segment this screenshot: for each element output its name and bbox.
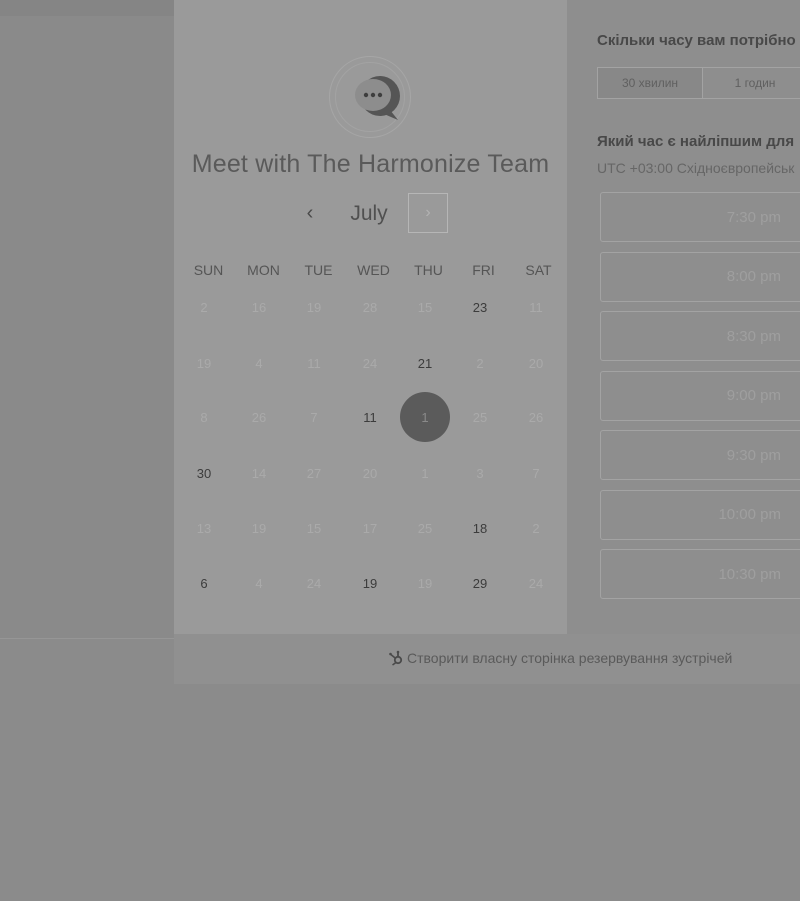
duration-option-30[interactable]: 30 хвилин [598,68,703,98]
calendar-day[interactable]: 30 [179,448,229,498]
calendar-day: 25 [472,409,488,425]
weekday-label-mon: MON [247,262,280,278]
calendar-day: 11 [307,355,321,371]
time-heading: Який час є найліпшим для [597,133,795,150]
calendar-day: 24 [528,575,544,591]
calendar-day: 25 [417,520,433,536]
calendar-day: 28 [362,299,378,315]
calendar-day: 19 [251,520,267,536]
calendar-day: 20 [362,465,378,481]
calendar-day: 8 [200,409,208,425]
timezone-label[interactable]: UTC +03:00 Східноєвропейськ [597,160,794,176]
calendar-day: 17 [362,520,378,536]
chevron-right-icon: › [425,204,431,221]
time-slot-button[interactable]: 10:00 pm [600,489,800,540]
calendar-day: 16 [251,299,267,315]
calendar-day[interactable]: 21 [400,338,450,388]
create-booking-page-label: Створити власну сторінка резервування зу… [407,650,733,666]
weekday-label-tue: TUE [304,262,333,278]
calendar-day: 2 [532,520,540,536]
chat-bubble-icon [355,76,400,120]
calendar-day: 19 [306,299,322,315]
calendar-day: 14 [251,465,267,481]
duration-heading: Скільки часу вам потрібно [597,32,796,49]
calendar-day[interactable]: 11 [345,392,395,442]
prev-month-button[interactable]: ‹ [298,198,322,228]
calendar-day: 24 [306,575,322,591]
calendar-day: 15 [306,520,322,536]
month-label: July [350,202,388,225]
meeting-title: Meet with The Harmonize Team [191,150,550,178]
calendar-day: 1 [421,465,429,481]
hubspot-sprocket-icon [389,650,403,666]
calendar-day[interactable]: 23 [455,282,505,332]
calendar-day: 4 [255,355,263,371]
calendar-day: 11 [529,299,543,315]
calendar-day: 2 [476,355,484,371]
weekday-label-wed: WED [357,262,390,278]
calendar-day-selected[interactable]: 1 [400,392,450,442]
calendar-day: 19 [417,575,433,591]
calendar-day: 7 [310,409,318,425]
calendar-day: 7 [532,465,540,481]
calendar-day: 27 [306,465,322,481]
calendar-day: 15 [417,299,433,315]
weekday-header: SUN MON TUE WED THU FRI SAT [181,262,566,280]
weekday-label-fri: FRI [472,262,495,278]
calendar-day[interactable]: 18 [455,503,505,553]
footer-bar: Створити власну сторінка резервування зу… [174,634,800,684]
calendar-panel: Meet with The Harmonize Team ‹ July › SU… [174,0,567,634]
weekday-label-thu: THU [414,262,443,278]
calendar-day: 26 [528,409,544,425]
calendar-day: 19 [196,355,212,371]
create-booking-page-link[interactable]: Створити власну сторінка резервування зу… [388,650,732,666]
time-slot-button[interactable]: 9:30 pm [600,430,800,480]
time-slot-button[interactable]: 10:30 pm [600,549,800,599]
calendar-day: 24 [362,355,378,371]
calendar-day: 26 [251,409,267,425]
time-slot-button[interactable]: 9:00 pm [600,370,800,421]
next-month-button[interactable]: › [408,193,448,233]
calendar-day: 3 [476,465,484,481]
duration-option-60[interactable]: 1 годин [703,68,800,98]
calendar-day[interactable]: 29 [455,558,505,608]
weekday-label-sun: SUN [193,262,224,278]
calendar-day: 13 [196,520,212,536]
chevron-left-icon: ‹ [306,201,314,224]
calendar-day[interactable]: 19 [345,558,395,608]
time-slot-button[interactable]: 7:30 pm [600,192,800,242]
calendar-day: 4 [255,575,263,591]
calendar-day: 2 [200,299,208,315]
booking-panel: Скільки часу вам потрібно 30 хвилин 1 го… [567,0,800,634]
calendar-day: 20 [528,355,544,371]
calendar-day[interactable]: 6 [179,558,229,608]
month-navigation: ‹ July › [174,192,567,236]
weekday-label-sat: SAT [525,262,552,278]
duration-selector: 30 хвилин 1 годин [597,67,800,99]
time-slot-button[interactable]: 8:00 pm [600,251,800,302]
time-slot-button[interactable]: 8:30 pm [600,311,800,361]
